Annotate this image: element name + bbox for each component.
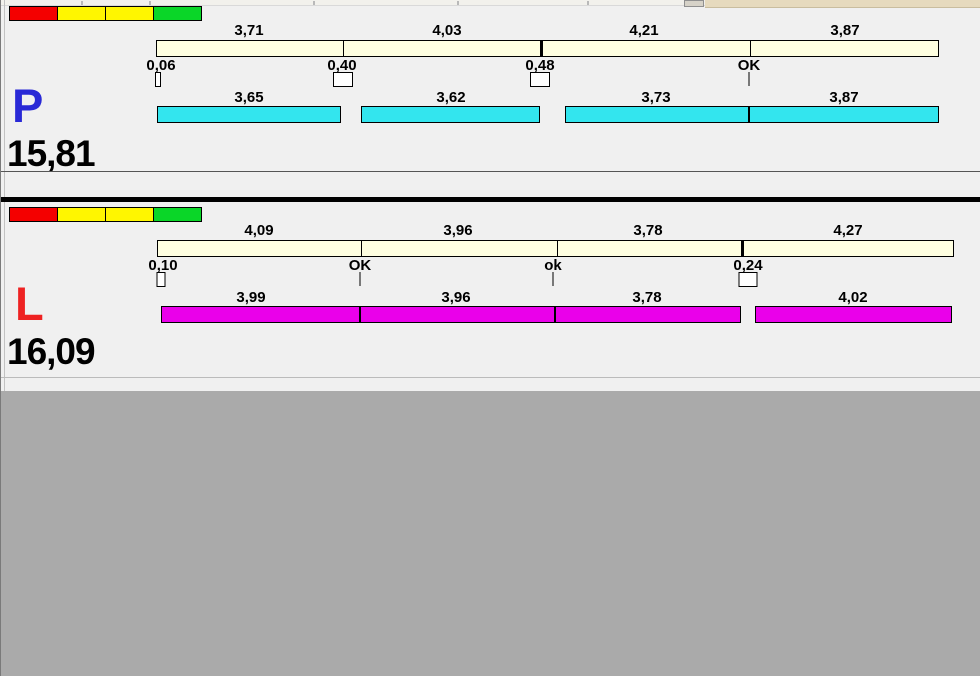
leg-bar-divider bbox=[554, 307, 556, 322]
segment-time-label: 4,03 bbox=[432, 22, 462, 39]
segment-time-label: 4,09 bbox=[244, 222, 274, 239]
leg-bar bbox=[157, 106, 341, 123]
leg-time-label: 3,96 bbox=[441, 289, 471, 306]
segment-bar bbox=[156, 40, 939, 57]
status-square-yellow bbox=[57, 6, 106, 21]
exchange-marker-tick-box bbox=[156, 272, 166, 287]
exchange-marker-box[interactable] bbox=[738, 272, 758, 287]
segment-divider bbox=[361, 241, 362, 256]
exchange-label: 0,06 bbox=[146, 57, 176, 74]
leg-time-label: 3,99 bbox=[236, 289, 266, 306]
segment-divider bbox=[741, 241, 744, 256]
relay-timing-window: 3,71 4,03 4,21 3,87 0,06 0,40 0,48 OK 3,… bbox=[0, 0, 980, 676]
status-square-red bbox=[9, 207, 58, 222]
edge-tick bbox=[587, 1, 589, 5]
exchange-marker-line bbox=[748, 72, 750, 86]
window-title-strip bbox=[705, 0, 980, 8]
status-square-yellow bbox=[105, 207, 154, 222]
segment-time-label: 3,71 bbox=[234, 22, 264, 39]
leg-bar bbox=[361, 106, 540, 123]
lane-letter: L bbox=[15, 277, 44, 330]
status-square-yellow bbox=[105, 6, 154, 21]
leg-time-label: 3,87 bbox=[829, 89, 859, 106]
segment-time-label: 4,21 bbox=[629, 22, 659, 39]
segment-divider bbox=[750, 41, 751, 56]
exchange-marker-line bbox=[552, 272, 554, 286]
leg-time-label: 3,65 bbox=[234, 89, 264, 106]
status-square-yellow bbox=[57, 207, 106, 222]
edge-tick bbox=[457, 1, 459, 5]
status-square-green bbox=[153, 6, 202, 21]
edge-tick bbox=[149, 1, 151, 5]
exchange-marker-box[interactable] bbox=[333, 72, 353, 87]
leg-bar bbox=[161, 306, 741, 323]
lane-letter: P bbox=[12, 79, 44, 132]
leg-time-label: 4,02 bbox=[838, 289, 868, 306]
window-strip-handle[interactable] bbox=[684, 0, 704, 7]
leg-bar bbox=[755, 306, 952, 323]
results-area: Flyvaryors Traditional Hessie - Mejz - S… bbox=[1, 391, 980, 676]
segment-bar bbox=[157, 240, 954, 257]
edge-tick bbox=[313, 1, 315, 5]
segment-time-label: 3,96 bbox=[443, 222, 473, 239]
exchange-marker-tick-box bbox=[155, 72, 161, 87]
lane-total-time: 16,09 bbox=[7, 331, 96, 372]
segment-divider bbox=[557, 241, 558, 256]
leg-bar bbox=[565, 106, 939, 123]
segment-divider bbox=[343, 41, 344, 56]
segment-time-label: 3,87 bbox=[830, 22, 860, 39]
leg-bar-divider bbox=[359, 307, 361, 322]
lane-total-time: 15,81 bbox=[7, 133, 96, 174]
exchange-marker-box[interactable] bbox=[530, 72, 550, 87]
segment-time-label: 4,27 bbox=[833, 222, 863, 239]
leg-bar-divider bbox=[748, 107, 750, 122]
panel-separator-line bbox=[1, 377, 980, 378]
leg-time-label: 3,78 bbox=[632, 289, 662, 306]
lane-divider-bar bbox=[1, 197, 980, 202]
exchange-marker-line bbox=[359, 272, 361, 286]
leg-time-label: 3,73 bbox=[641, 89, 671, 106]
edge-tick bbox=[81, 1, 83, 5]
status-square-red bbox=[9, 6, 58, 21]
segment-time-label: 3,78 bbox=[633, 222, 663, 239]
panel-separator-line bbox=[1, 171, 980, 172]
status-square-green bbox=[153, 207, 202, 222]
leg-time-label: 3,62 bbox=[436, 89, 466, 106]
segment-divider bbox=[540, 41, 543, 56]
